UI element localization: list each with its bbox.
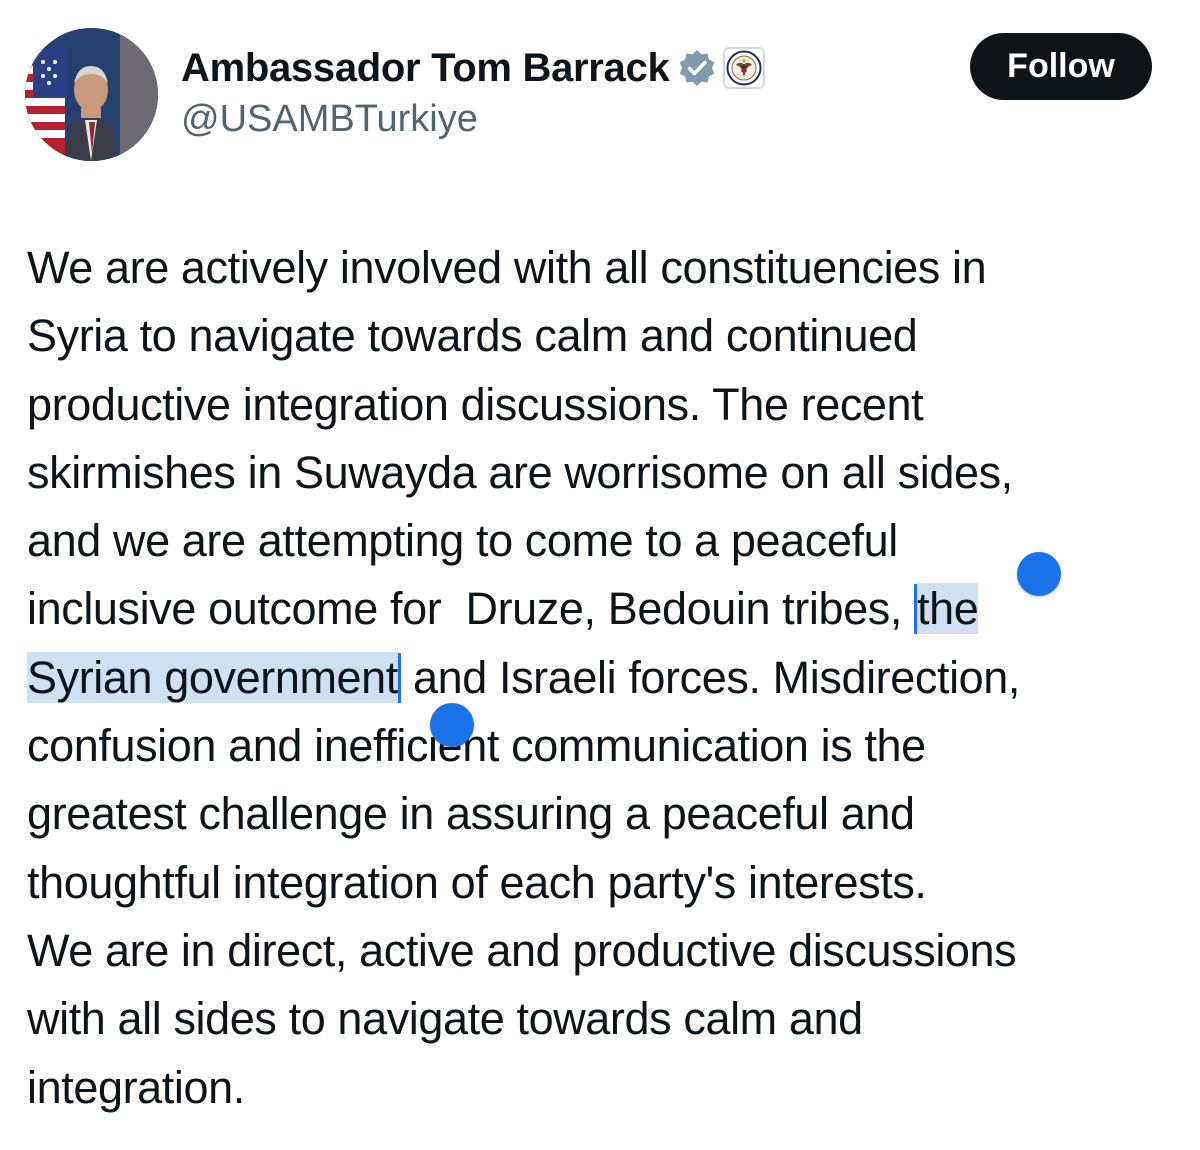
us-state-department-seal-icon[interactable] bbox=[723, 47, 766, 89]
tweet-line-segment: and Israeli forces. Misdirection, bbox=[400, 651, 1021, 703]
selected-text[interactable]: the bbox=[917, 583, 979, 635]
tweet-line: skirmishes in Suwayda are worrisome on a… bbox=[27, 446, 1013, 498]
tweet-line: thoughtful integration of each party's i… bbox=[27, 856, 927, 908]
tweet-line: We are actively involved with all consti… bbox=[27, 242, 987, 293]
tweet-line: We are in direct, active and productive … bbox=[27, 924, 1017, 976]
tweet-line: Syria to navigate towards calm and conti… bbox=[27, 310, 918, 362]
tweet-line-segment: inclusive outcome for Druze, Bedouin tri… bbox=[27, 583, 915, 635]
follow-button[interactable]: Follow bbox=[970, 33, 1152, 100]
tweet-line: confusion and inefficient communication … bbox=[27, 720, 926, 772]
selection-caret-start[interactable] bbox=[914, 584, 918, 635]
avatar[interactable] bbox=[25, 28, 158, 161]
tweet-line-with-selection-end: Syrian government and Israeli forces. Mi… bbox=[27, 644, 1187, 712]
selection-start-handle[interactable] bbox=[1017, 552, 1061, 596]
tweet-header: Ambassador Tom Barrack @USAMBTurkiye Fol… bbox=[0, 0, 1200, 200]
tweet-line: productive integration discussions. The … bbox=[27, 378, 924, 430]
display-name-row: Ambassador Tom Barrack bbox=[181, 40, 766, 96]
selection-end-handle[interactable] bbox=[430, 703, 474, 747]
tweet-line-with-selection-start: inclusive outcome for Druze, Bedouin tri… bbox=[27, 575, 1187, 643]
tweet-text: We are actively involved with all consti… bbox=[27, 234, 1187, 1122]
tweet-line: greatest challenge in assuring a peacefu… bbox=[27, 788, 915, 840]
avatar-photo bbox=[25, 28, 158, 161]
display-name[interactable]: Ambassador Tom Barrack bbox=[181, 46, 670, 91]
verified-badge-icon bbox=[677, 48, 717, 88]
selected-text[interactable]: Syrian government bbox=[27, 651, 398, 703]
tweet-line: with all sides to navigate towards calm … bbox=[27, 993, 863, 1045]
user-handle[interactable]: @USAMBTurkiye bbox=[181, 98, 478, 141]
tweet-line: integration. bbox=[27, 1061, 245, 1113]
selection-caret-end[interactable] bbox=[397, 652, 401, 703]
tweet-line: and we are attempting to come to a peace… bbox=[27, 515, 898, 567]
